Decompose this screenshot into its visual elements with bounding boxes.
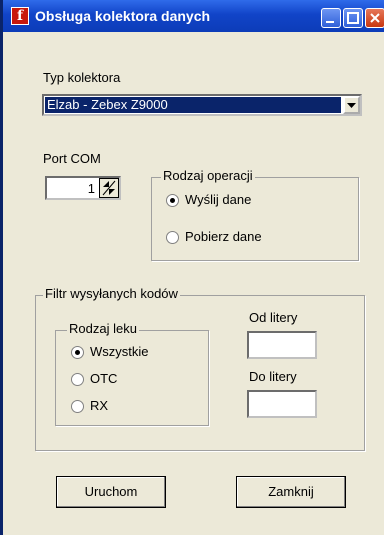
drug-type-label: Rodzaj leku (67, 321, 139, 336)
port-com-spinner[interactable]: 1 (45, 176, 121, 200)
collector-type-value: Elzab - Zebex Z9000 (45, 97, 341, 113)
radio-unchecked-icon (166, 231, 179, 245)
collector-type-label: Typ kolektora (43, 70, 121, 85)
operation-group (151, 177, 359, 261)
to-letter-input[interactable] (247, 390, 317, 418)
spin-arrows-icon (102, 180, 116, 196)
radio-otc-label: OTC (90, 371, 118, 386)
operation-group-label: Rodzaj operacji (161, 168, 255, 183)
window-title: Obsługa kolektora danych (35, 8, 211, 24)
radio-fetch-data[interactable]: Pobierz dane (166, 228, 262, 246)
radio-send-label: Wyślij dane (185, 192, 252, 207)
radio-fetch-label: Pobierz dane (185, 229, 262, 244)
close-button[interactable]: Zamknij (236, 476, 346, 508)
radio-rx-label: RX (90, 398, 109, 413)
to-letter-label: Do litery (249, 369, 297, 384)
radio-checked-icon (166, 194, 179, 208)
maximize-icon (347, 12, 359, 24)
app-icon: f (11, 7, 29, 25)
minimize-button[interactable] (321, 8, 341, 28)
radio-otc[interactable]: OTC (71, 370, 117, 388)
title-bar[interactable]: f Obsługa kolektora danych (3, 0, 384, 32)
radio-all[interactable]: Wszystkie (71, 343, 149, 361)
run-button[interactable]: Uruchom (56, 476, 166, 508)
close-window-button[interactable] (365, 8, 384, 28)
chevron-down-icon (347, 103, 356, 108)
collector-type-select[interactable]: Elzab - Zebex Z9000 (42, 94, 362, 116)
collector-window: f Obsługa kolektora danych Typ kolektora… (0, 0, 384, 535)
radio-unchecked-icon (71, 373, 84, 387)
maximize-button[interactable] (343, 8, 363, 28)
radio-send-data[interactable]: Wyślij dane (166, 191, 251, 209)
radio-rx[interactable]: RX (71, 397, 108, 415)
close-icon (370, 13, 380, 23)
radio-unchecked-icon (71, 400, 84, 414)
port-com-value: 1 (87, 181, 95, 196)
filter-group-label: Filtr wysyłanych kodów (43, 286, 180, 301)
minimize-icon (326, 21, 334, 23)
port-com-label: Port COM (43, 151, 101, 166)
from-letter-label: Od litery (249, 310, 298, 325)
dropdown-button[interactable] (343, 96, 360, 114)
radio-checked-icon (71, 346, 84, 360)
spin-button[interactable] (99, 178, 119, 198)
from-letter-input[interactable] (247, 331, 317, 359)
radio-all-label: Wszystkie (90, 344, 149, 359)
